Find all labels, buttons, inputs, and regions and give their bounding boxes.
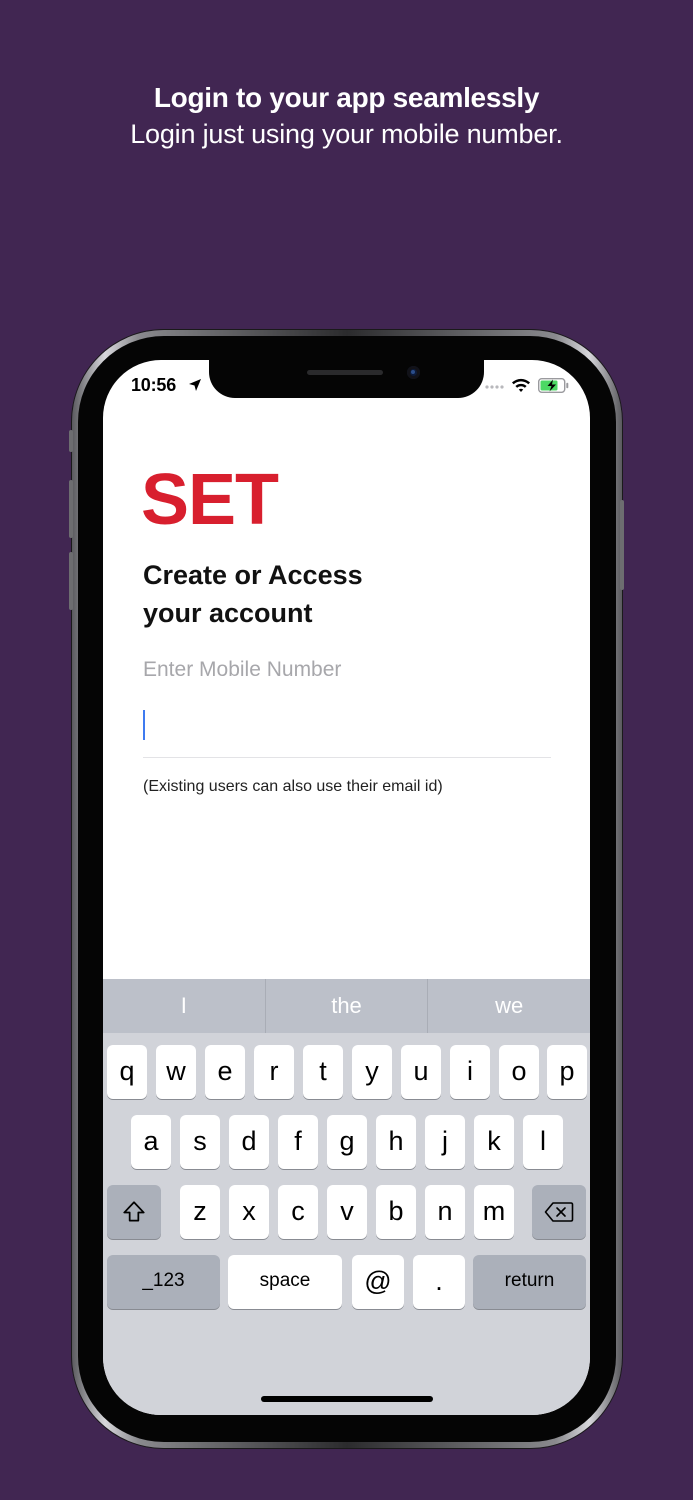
speaker-grille [307, 370, 383, 375]
key-f[interactable]: f [278, 1115, 318, 1169]
mobile-number-label: Enter Mobile Number [143, 658, 342, 681]
key-b[interactable]: b [376, 1185, 416, 1239]
key-c[interactable]: c [278, 1185, 318, 1239]
key-o[interactable]: o [499, 1045, 539, 1099]
phone-volume-down [69, 552, 73, 610]
key-n[interactable]: n [425, 1185, 465, 1239]
key-k[interactable]: k [474, 1115, 514, 1169]
notch [209, 360, 484, 398]
battery-charging-icon [538, 378, 569, 393]
suggestion-2[interactable]: the [266, 979, 429, 1033]
key-r[interactable]: r [254, 1045, 294, 1099]
key-d[interactable]: d [229, 1115, 269, 1169]
promo-subtitle: Login just using your mobile number. [130, 119, 563, 149]
heading-line-2: your account [143, 598, 313, 628]
key-m[interactable]: m [474, 1185, 514, 1239]
phone-mute-switch [69, 430, 73, 452]
key-a[interactable]: a [131, 1115, 171, 1169]
location-arrow-icon [189, 379, 201, 391]
keyboard-suggestion-bar: I the we [103, 979, 590, 1033]
key-h[interactable]: h [376, 1115, 416, 1169]
key-l[interactable]: l [523, 1115, 563, 1169]
home-indicator [261, 1396, 433, 1402]
front-camera [407, 366, 420, 379]
phone-screen: 10:56 SET Create or Access your account … [103, 360, 590, 1415]
set-logo: SET [141, 460, 279, 540]
shift-key[interactable] [107, 1185, 161, 1239]
key-j[interactable]: j [425, 1115, 465, 1169]
suggestion-1[interactable]: I [103, 979, 266, 1033]
delete-key[interactable] [532, 1185, 586, 1239]
promo-header: Login to your app seamlessly Login just … [0, 80, 693, 152]
email-hint-text: (Existing users can also use their email… [143, 778, 443, 795]
key-v[interactable]: v [327, 1185, 367, 1239]
return-key[interactable]: return [473, 1255, 586, 1309]
key-e[interactable]: e [205, 1045, 245, 1099]
key-w[interactable]: w [156, 1045, 196, 1099]
text-cursor [143, 710, 145, 740]
key-q[interactable]: q [107, 1045, 147, 1099]
key-z[interactable]: z [180, 1185, 220, 1239]
heading-line-1: Create or Access [143, 560, 363, 590]
key-x[interactable]: x [229, 1185, 269, 1239]
phone-volume-up [69, 480, 73, 538]
space-key[interactable]: space [228, 1255, 342, 1309]
phone-power-button [620, 500, 624, 590]
wifi-icon [512, 378, 530, 392]
keyboard: I the we q w e r t y u i o p a s d f g h… [103, 979, 590, 1415]
key-i[interactable]: i [450, 1045, 490, 1099]
key-t[interactable]: t [303, 1045, 343, 1099]
suggestion-3[interactable]: we [428, 979, 590, 1033]
numbers-key[interactable]: _123 [107, 1255, 220, 1309]
shift-icon [123, 1201, 145, 1222]
key-g[interactable]: g [327, 1115, 367, 1169]
at-key[interactable]: @ [352, 1255, 404, 1309]
status-time: 10:56 [131, 375, 177, 395]
key-u[interactable]: u [401, 1045, 441, 1099]
backspace-icon [544, 1202, 574, 1222]
promo-title: Login to your app seamlessly [153, 82, 540, 113]
mobile-number-input[interactable] [143, 700, 551, 758]
page-heading: Create or Access your account [143, 556, 543, 632]
signal-dots-icon [485, 385, 504, 389]
key-s[interactable]: s [180, 1115, 220, 1169]
period-key[interactable]: . [413, 1255, 465, 1309]
key-p[interactable]: p [547, 1045, 587, 1099]
key-y[interactable]: y [352, 1045, 392, 1099]
